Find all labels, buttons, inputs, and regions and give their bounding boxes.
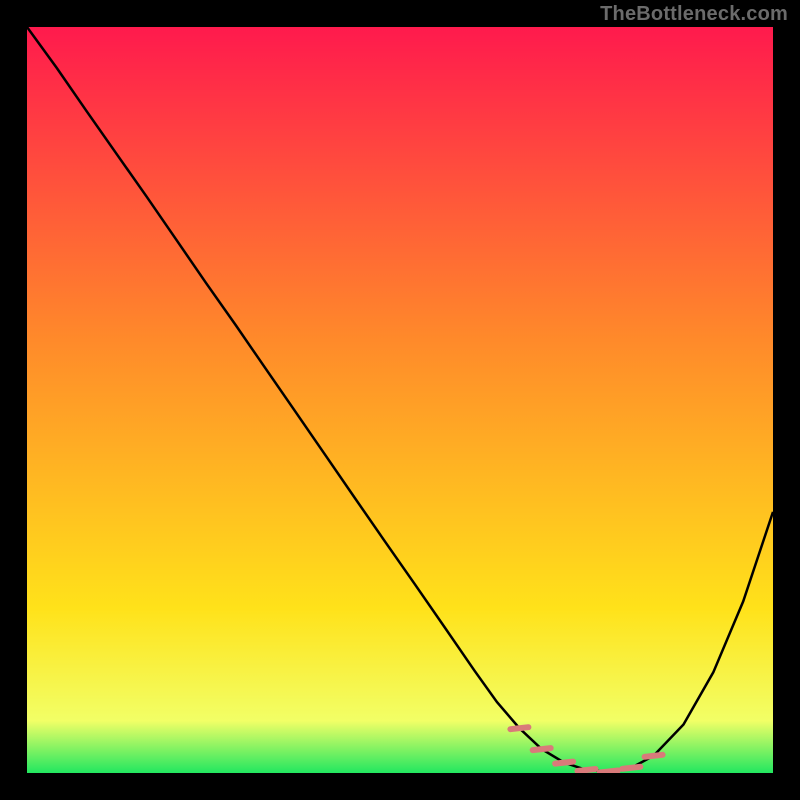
chart-frame: TheBottleneck.com (0, 0, 800, 800)
gradient-background (27, 27, 773, 773)
highlight-tick (533, 748, 551, 750)
highlight-tick (578, 769, 596, 771)
highlight-tick (555, 762, 573, 764)
highlight-tick (510, 727, 528, 729)
plot-area (27, 27, 773, 773)
highlight-tick (600, 771, 618, 773)
chart-svg (27, 27, 773, 773)
highlight-tick (622, 767, 640, 769)
highlight-tick (645, 755, 663, 757)
attribution-label: TheBottleneck.com (600, 3, 788, 26)
